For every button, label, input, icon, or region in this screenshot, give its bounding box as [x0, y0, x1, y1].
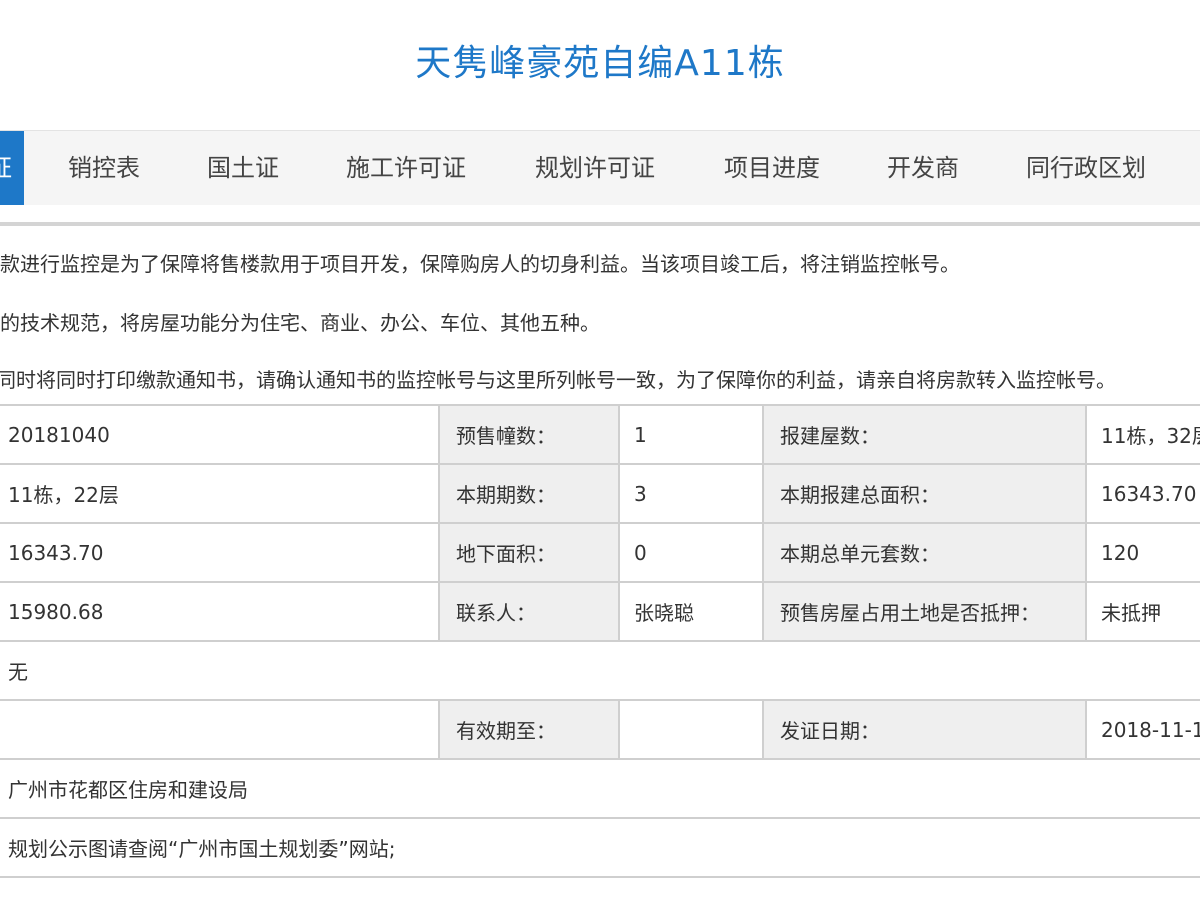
notice-house-function: 的技术规范，将房屋功能分为住宅、商业、办公、车位、其他五种。: [0, 311, 600, 335]
page: 天隽峰豪苑自编A11栋 证 销控表 国土证 施工许可证 规划许可证 项目进度 开…: [0, 0, 1200, 900]
table-cell: 16343.70: [1085, 463, 1200, 524]
presale-info-table: 20181040 预售幢数： 1 报建屋数： 11栋，32层 11栋，22层 本…: [0, 404, 1200, 878]
table-cell: 2018-11-1: [1085, 699, 1200, 760]
tab-bar: 证 销控表 国土证 施工许可证 规划许可证 项目进度 开发商 同行政区划: [0, 130, 1200, 205]
table-row: 15980.68 联系人： 张晓聪 预售房屋占用土地是否抵押： 未抵押: [0, 581, 1200, 642]
table-label: 地下面积：: [438, 522, 620, 583]
notice-monitoring-account: 款进行监控是为了保障将售楼款用于项目开发，保障购房人的切身利益。当该项目竣工后，…: [0, 252, 960, 276]
table-label: 报建屋数：: [762, 404, 1087, 465]
table-cell: 11栋，22层: [0, 463, 440, 524]
table-cell: 15980.68: [0, 581, 440, 642]
tab-planning-permit[interactable]: 规划许可证: [535, 131, 655, 205]
table-label: 本期报建总面积：: [762, 463, 1087, 524]
table-row: 有效期至： 发证日期： 2018-11-1: [0, 699, 1200, 760]
table-cell: [618, 699, 764, 760]
tab-certificate[interactable]: 证: [0, 131, 24, 205]
table-label: 联系人：: [438, 581, 620, 642]
table-row: 广州市花都区住房和建设局: [0, 758, 1200, 819]
table-label: 有效期至：: [438, 699, 620, 760]
table-label: 本期期数：: [438, 463, 620, 524]
table-label: 本期总单元套数：: [762, 522, 1087, 583]
table-cell: 规划公示图请查阅“广州市国土规划委”网站;: [0, 817, 1200, 878]
table-cell: 16343.70: [0, 522, 440, 583]
table-cell: [0, 699, 440, 760]
table-row: 规划公示图请查阅“广州市国土规划委”网站;: [0, 817, 1200, 878]
tab-land-certificate[interactable]: 国土证: [207, 131, 279, 205]
page-title: 天隽峰豪苑自编A11栋: [415, 43, 785, 84]
table-label: 发证日期：: [762, 699, 1087, 760]
table-cell: 1: [618, 404, 764, 465]
tab-sales-control[interactable]: 销控表: [68, 131, 140, 205]
table-cell: 0: [618, 522, 764, 583]
table-row: 无: [0, 640, 1200, 701]
table-row: 16343.70 地下面积： 0 本期总单元套数： 120: [0, 522, 1200, 583]
table-label: 预售幢数：: [438, 404, 620, 465]
table-cell: 11栋，32层: [1085, 404, 1200, 465]
table-cell: 20181040: [0, 404, 440, 465]
table-row: 20181040 预售幢数： 1 报建屋数： 11栋，32层: [0, 404, 1200, 465]
table-cell: 无: [0, 640, 1200, 701]
notice-payment: 同时将同时打印缴款通知书，请确认通知书的监控帐号与这里所列帐号一致，为了保障你的…: [0, 368, 1116, 392]
tab-same-district[interactable]: 同行政区划: [1026, 131, 1146, 205]
table-cell: 未抵押: [1085, 581, 1200, 642]
tab-bar-divider: [0, 222, 1200, 226]
tab-project-progress[interactable]: 项目进度: [724, 131, 820, 205]
table-cell: 张晓聪: [618, 581, 764, 642]
table-row: 11栋，22层 本期期数： 3 本期报建总面积： 16343.70: [0, 463, 1200, 524]
table-cell: 120: [1085, 522, 1200, 583]
tab-construction-permit[interactable]: 施工许可证: [346, 131, 466, 205]
table-cell: 3: [618, 463, 764, 524]
table-cell: 广州市花都区住房和建设局: [0, 758, 1200, 819]
table-label: 预售房屋占用土地是否抵押：: [762, 581, 1087, 642]
tab-developer[interactable]: 开发商: [887, 131, 959, 205]
